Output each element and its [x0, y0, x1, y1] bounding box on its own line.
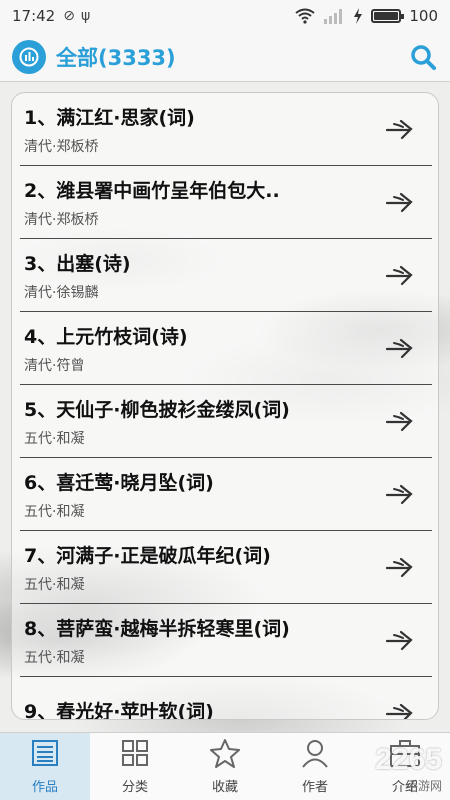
tab-list[interactable]: 作品	[0, 733, 90, 800]
star-icon	[209, 738, 241, 776]
poem-title: 9、春光好·苹叶软(词)	[24, 700, 214, 720]
poem-author: 清代·郑板桥	[24, 138, 99, 155]
poem-title: 5、天仙子·柳色披衫金缕凤(词)	[24, 398, 290, 421]
tab-label: 作品	[31, 780, 58, 795]
list-item[interactable]: 9、春光好·苹叶软(词)	[20, 677, 432, 720]
open-button[interactable]	[380, 401, 420, 441]
arrow-right-icon	[385, 630, 413, 651]
poem-author: 清代·符曾	[24, 357, 85, 374]
list-item[interactable]: 1、满江红·思家(词) 清代·郑板桥	[20, 93, 432, 166]
check-circle-icon: ⊘	[63, 8, 75, 24]
tab-star[interactable]: 收藏	[180, 733, 270, 800]
watermark-sub: 手游网	[405, 779, 442, 793]
poem-author: 清代·郑板桥	[24, 211, 99, 228]
arrow-right-icon	[385, 338, 413, 359]
list-item-texts: 8、菩萨蛮·越梅半拆轻寒里(词) 五代·和凝	[20, 614, 380, 667]
person-icon	[300, 738, 330, 776]
battery-icon	[371, 9, 405, 23]
list-item[interactable]: 5、天仙子·柳色披衫金缕凤(词) 五代·和凝	[20, 385, 432, 458]
arrow-right-icon	[385, 557, 413, 578]
stats-icon	[19, 47, 39, 66]
page-title: 全部(3333)	[56, 45, 176, 70]
list-item-texts: 1、满江红·思家(词) 清代·郑板桥	[20, 103, 380, 156]
list-item-texts: 7、河满子·正是破瓜年纪(词) 五代·和凝	[20, 541, 380, 594]
open-button[interactable]	[380, 547, 420, 587]
watermark: 2265 手游网	[375, 743, 442, 794]
tab-grid[interactable]: 分类	[90, 733, 180, 800]
list-item-texts: 3、出塞(诗) 清代·徐锡麟	[20, 249, 380, 302]
list-icon	[30, 738, 60, 776]
poem-author: 五代·和凝	[24, 503, 85, 520]
watermark-text: 2265	[375, 743, 442, 776]
list-item-texts: 4、上元竹枝词(诗) 清代·符曾	[20, 322, 380, 375]
stats-button[interactable]	[12, 39, 46, 74]
tab-label: 作者	[301, 780, 328, 795]
poem-author: 五代·和凝	[24, 649, 85, 666]
tab-label: 分类	[121, 780, 148, 795]
poem-author: 清代·徐锡麟	[24, 284, 99, 301]
list-item[interactable]: 4、上元竹枝词(诗) 清代·符曾	[20, 312, 432, 385]
arrow-right-icon	[385, 265, 413, 286]
open-button[interactable]	[380, 693, 420, 719]
list-item[interactable]: 2、潍县署中画竹呈年伯包大.. 清代·郑板桥	[20, 166, 432, 239]
wifi-icon	[295, 8, 315, 24]
poem-title: 2、潍县署中画竹呈年伯包大..	[24, 179, 280, 202]
open-button[interactable]	[380, 620, 420, 660]
list-item[interactable]: 8、菩萨蛮·越梅半拆轻寒里(词) 五代·和凝	[20, 604, 432, 677]
open-button[interactable]	[380, 109, 420, 149]
tab-person[interactable]: 作者	[270, 733, 360, 800]
poem-list: 1、满江红·思家(词) 清代·郑板桥 2、潍县署中画竹呈年伯包大.. 清代·郑板桥 3、…	[11, 92, 439, 720]
open-button[interactable]	[380, 182, 420, 222]
poem-title: 3、出塞(诗)	[24, 252, 131, 275]
arrow-right-icon	[385, 411, 413, 432]
grid-icon	[120, 738, 150, 776]
list-item-texts: 6、喜迁莺·晓月坠(词) 五代·和凝	[20, 468, 380, 521]
charging-icon	[354, 8, 363, 24]
search-button[interactable]	[408, 42, 438, 72]
usb-icon: ψ	[80, 8, 91, 24]
arrow-right-icon	[385, 119, 413, 140]
list-item-texts: 2、潍县署中画竹呈年伯包大.. 清代·郑板桥	[20, 176, 380, 229]
poem-title: 7、河满子·正是破瓜年纪(词)	[24, 544, 271, 567]
app-header: 全部(3333)	[0, 32, 450, 82]
tab-label: 收藏	[211, 780, 238, 795]
battery-level: 100	[409, 7, 438, 25]
list-item[interactable]: 6、喜迁莺·晓月坠(词) 五代·和凝	[20, 458, 432, 531]
signal-icon	[324, 9, 343, 24]
list-item[interactable]: 7、河满子·正是破瓜年纪(词) 五代·和凝	[20, 531, 432, 604]
status-bar: 17:42 ⊘ ψ 100	[0, 0, 450, 32]
arrow-right-icon	[385, 703, 413, 719]
open-button[interactable]	[380, 255, 420, 295]
poem-title: 6、喜迁莺·晓月坠(词)	[24, 471, 214, 494]
list-item[interactable]: 3、出塞(诗) 清代·徐锡麟	[20, 239, 432, 312]
status-time: 17:42	[12, 7, 56, 25]
list-item-texts: 9、春光好·苹叶软(词)	[20, 697, 380, 720]
open-button[interactable]	[380, 328, 420, 368]
arrow-right-icon	[385, 192, 413, 213]
poem-title: 8、菩萨蛮·越梅半拆轻寒里(词)	[24, 617, 290, 640]
poem-title: 4、上元竹枝词(诗)	[24, 325, 188, 348]
poem-title: 1、满江红·思家(词)	[24, 106, 195, 129]
list-item-texts: 5、天仙子·柳色披衫金缕凤(词) 五代·和凝	[20, 395, 380, 448]
battery-fill	[374, 12, 399, 20]
poem-author: 五代·和凝	[24, 576, 85, 593]
poem-author: 五代·和凝	[24, 430, 85, 447]
arrow-right-icon	[385, 484, 413, 505]
open-button[interactable]	[380, 474, 420, 514]
search-icon	[411, 44, 436, 70]
